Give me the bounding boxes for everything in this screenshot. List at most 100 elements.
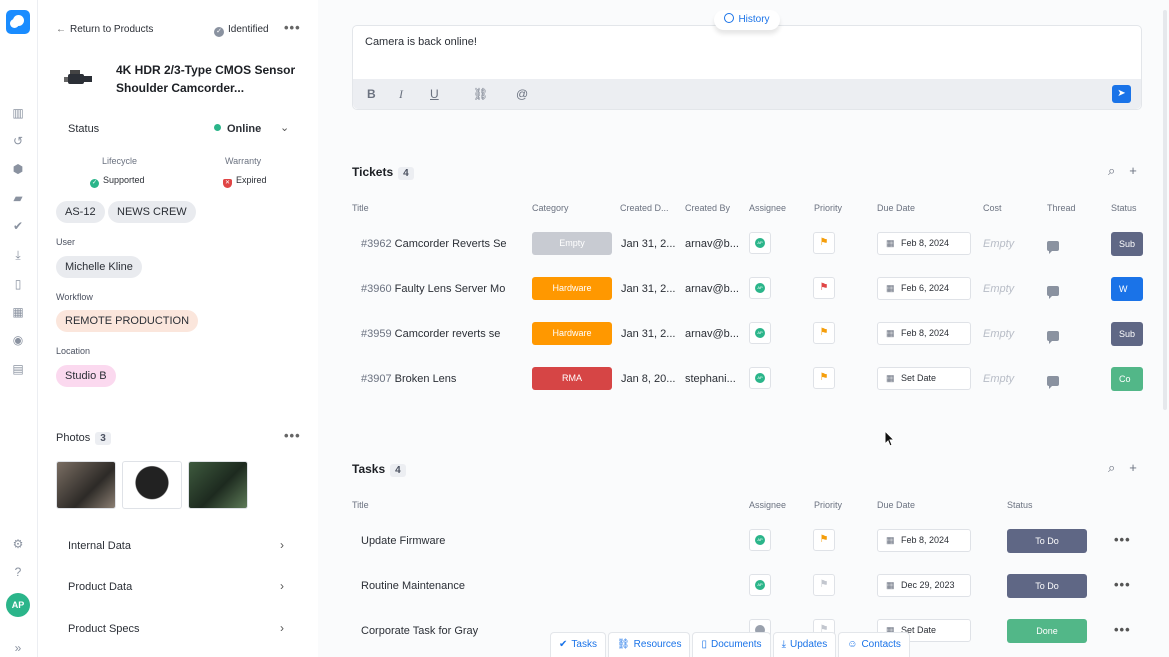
column-header[interactable]: Priority — [814, 203, 842, 213]
update-composer[interactable]: Camera is back online! B I U ⛓ @ ➤ — [352, 25, 1142, 110]
cost-value[interactable]: Empty — [983, 238, 1014, 250]
category-pill[interactable]: RMA — [532, 367, 612, 390]
user-avatar[interactable]: AP — [6, 593, 30, 617]
id-card-icon[interactable]: ▤ — [11, 362, 25, 376]
box-icon[interactable]: ⬢ — [11, 162, 25, 176]
search-icon[interactable]: ⌕ — [1108, 163, 1115, 178]
return-link[interactable]: ← Return to Products — [56, 24, 153, 35]
status-pill[interactable]: W — [1111, 277, 1143, 301]
assignee-avatar[interactable]: AP — [749, 322, 771, 344]
more-options-icon[interactable]: ••• — [1114, 577, 1131, 592]
cost-value[interactable]: Empty — [983, 328, 1014, 340]
assignee-avatar[interactable]: AP — [749, 529, 771, 551]
thread-icon[interactable] — [1047, 376, 1059, 389]
chevron-right-icon[interactable]: › — [280, 621, 284, 635]
send-button[interactable]: ➤ — [1112, 85, 1131, 103]
flag-icon[interactable]: ⚑ — [813, 574, 835, 596]
column-header[interactable]: Priority — [814, 500, 842, 510]
column-header[interactable]: Due Date — [877, 500, 915, 510]
task-title[interactable]: Update Firmware — [361, 535, 661, 547]
chevron-right-icon[interactable]: › — [280, 579, 284, 593]
user-chip[interactable]: Michelle Kline — [56, 256, 142, 278]
app-logo[interactable] — [6, 10, 30, 34]
resources-tab[interactable]: ⛓ Resources — [607, 632, 691, 657]
due-date-field[interactable]: Set Date — [877, 367, 971, 390]
bold-button[interactable]: B — [367, 87, 376, 101]
expand-icon[interactable]: » — [11, 641, 25, 655]
more-options-icon[interactable]: ••• — [284, 428, 301, 443]
ticket-title[interactable]: #3960 Faulty Lens Server Mo — [361, 283, 519, 295]
tasks-tab[interactable]: ✔ Tasks — [550, 632, 606, 657]
more-options-icon[interactable]: ••• — [1114, 532, 1131, 547]
column-header[interactable]: Created D... — [620, 203, 669, 213]
check-circle-icon[interactable]: ✔ — [11, 219, 25, 233]
thread-icon[interactable] — [1047, 286, 1059, 299]
column-header[interactable]: Title — [352, 500, 369, 510]
contacts-tab[interactable]: ☺ Contacts — [838, 632, 910, 657]
thread-icon[interactable] — [1047, 331, 1059, 344]
cost-value[interactable]: Empty — [983, 373, 1014, 385]
tag-chip[interactable]: AS-12 — [56, 201, 105, 223]
due-date-field[interactable]: Feb 8, 2024 — [877, 529, 971, 552]
flag-icon[interactable]: ⚑ — [813, 367, 835, 389]
tag-chip[interactable]: NEWS CREW — [108, 201, 196, 223]
composer-text[interactable]: Camera is back online! — [365, 36, 477, 48]
assignee-avatar[interactable]: AP — [749, 367, 771, 389]
scrollbar[interactable] — [1163, 10, 1167, 410]
more-options-icon[interactable]: ••• — [284, 20, 301, 35]
link-icon[interactable]: ⛓ — [473, 87, 488, 101]
ticket-title[interactable]: #3907 Broken Lens — [361, 373, 519, 385]
column-header[interactable]: Assignee — [749, 203, 786, 213]
gear-icon[interactable]: ⚙ — [11, 537, 25, 551]
photo-thumbnail[interactable] — [122, 461, 182, 509]
column-header[interactable]: Due Date — [877, 203, 915, 213]
column-header[interactable]: Thread — [1047, 203, 1076, 213]
status-pill[interactable]: Done — [1007, 619, 1087, 643]
document-icon[interactable]: ▯ — [11, 277, 25, 291]
history-icon[interactable]: ↺ — [11, 134, 25, 148]
plus-icon[interactable]: + — [1129, 460, 1137, 475]
flag-icon[interactable]: ⚑ — [813, 232, 835, 254]
category-pill[interactable]: Empty — [532, 232, 612, 255]
category-pill[interactable]: Hardware — [532, 322, 612, 345]
photo-thumbnail[interactable] — [56, 461, 116, 509]
flag-icon[interactable]: ⚑ — [813, 529, 835, 551]
assignee-avatar[interactable]: AP — [749, 232, 771, 254]
status-pill[interactable]: To Do — [1007, 574, 1087, 598]
chat-icon[interactable]: ▰ — [11, 191, 25, 205]
help-icon[interactable]: ? — [11, 565, 25, 579]
assignee-avatar[interactable]: AP — [749, 574, 771, 596]
column-header[interactable]: Created By — [685, 203, 730, 213]
status-value[interactable]: Online — [214, 123, 261, 135]
ticket-title[interactable]: #3959 Camcorder reverts se — [361, 328, 519, 340]
analytics-icon[interactable]: ▥ — [11, 106, 25, 120]
column-header[interactable]: Status — [1007, 500, 1033, 510]
section-product-specs[interactable]: Product Specs — [68, 623, 140, 635]
italic-button[interactable]: I — [399, 87, 403, 102]
workflow-chip[interactable]: REMOTE PRODUCTION — [56, 310, 199, 332]
column-header[interactable]: Title — [352, 203, 369, 213]
due-date-field[interactable]: Feb 8, 2024 — [877, 322, 971, 345]
column-header[interactable]: Cost — [983, 203, 1002, 213]
due-date-field[interactable]: Dec 29, 2023 — [877, 574, 971, 597]
column-header[interactable]: Assignee — [749, 500, 786, 510]
status-pill[interactable]: To Do — [1007, 529, 1087, 553]
ticket-title[interactable]: #3962 Camcorder Reverts Se — [361, 238, 519, 250]
task-title[interactable]: Routine Maintenance — [361, 580, 661, 592]
column-header[interactable]: Category — [532, 203, 569, 213]
chevron-right-icon[interactable]: › — [280, 538, 284, 552]
section-product-data[interactable]: Product Data — [68, 581, 132, 593]
camera-icon[interactable]: ◉ — [11, 333, 25, 347]
mention-button[interactable]: @ — [516, 87, 528, 101]
flag-icon[interactable]: ⚑ — [813, 322, 835, 344]
location-chip[interactable]: Studio B — [56, 365, 116, 387]
search-icon[interactable]: ⌕ — [1108, 460, 1115, 475]
history-tab[interactable]: History — [714, 10, 780, 30]
more-options-icon[interactable]: ••• — [1114, 622, 1131, 637]
underline-button[interactable]: U — [430, 87, 439, 101]
assignee-avatar[interactable]: AP — [749, 277, 771, 299]
section-internal-data[interactable]: Internal Data — [68, 540, 131, 552]
documents-tab[interactable]: ▯ Documents — [692, 632, 771, 657]
category-pill[interactable]: Hardware — [532, 277, 612, 300]
cost-value[interactable]: Empty — [983, 283, 1014, 295]
